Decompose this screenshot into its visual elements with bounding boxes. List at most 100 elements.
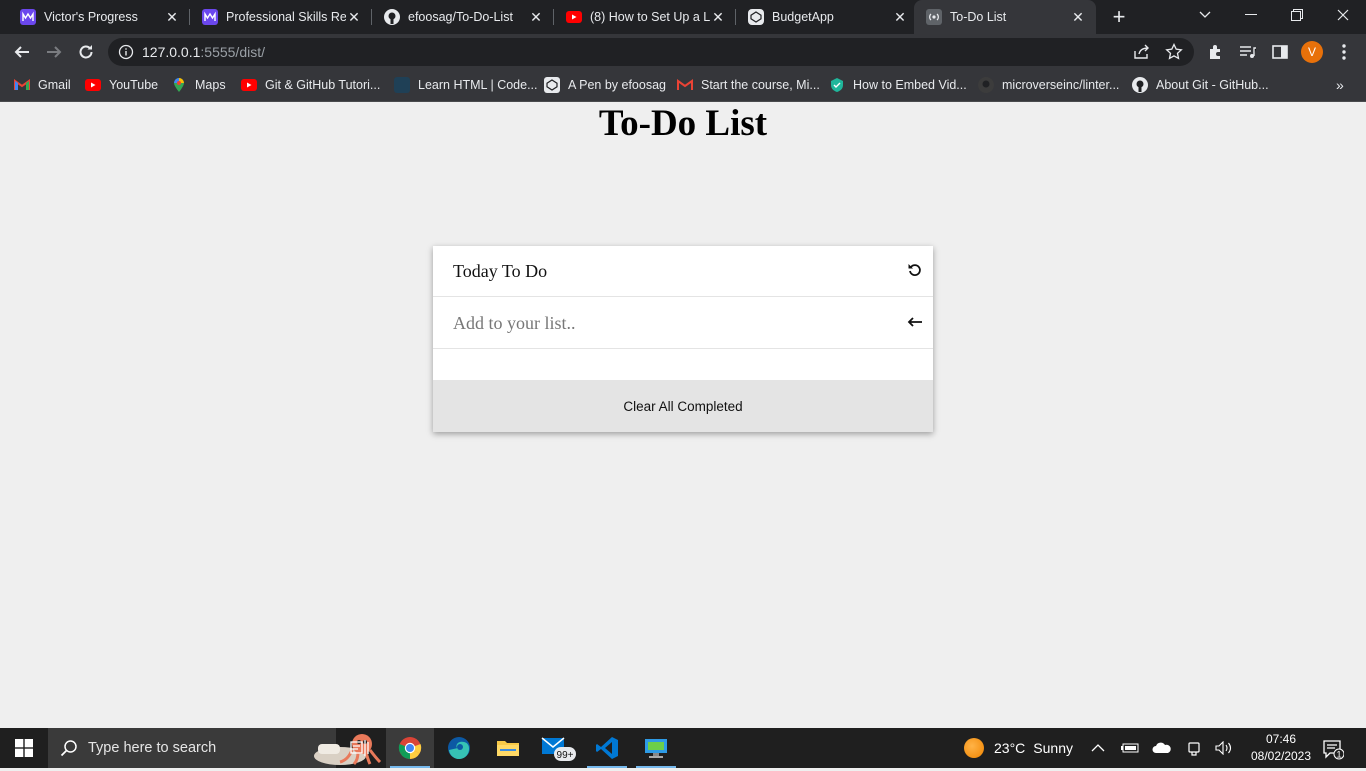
side-panel-icon[interactable] bbox=[1270, 42, 1290, 62]
bookmark-start-course[interactable]: Start the course, Mi... bbox=[677, 70, 820, 100]
minimize-button[interactable] bbox=[1228, 0, 1274, 30]
close-icon[interactable]: ✕ bbox=[164, 9, 180, 25]
desktop-taskbar-app[interactable] bbox=[632, 728, 680, 768]
bookmark-label: YouTube bbox=[109, 78, 159, 92]
gmail-icon bbox=[677, 77, 693, 93]
bookmark-microverse-linter[interactable]: microverseinc/linter... bbox=[978, 70, 1119, 100]
reload-button[interactable] bbox=[74, 40, 98, 64]
browser-tab-strip: Victor's Progress ✕ Professional Skills … bbox=[0, 0, 1366, 34]
gmail-icon bbox=[14, 77, 30, 93]
bookmark-git-github-tutorial[interactable]: Git & GitHub Tutori... bbox=[241, 70, 380, 100]
tab-search-button[interactable] bbox=[1182, 0, 1228, 30]
sun-icon bbox=[964, 738, 984, 758]
add-todo-row bbox=[433, 297, 933, 349]
todo-card: Today To Do Clear All Completed bbox=[433, 246, 933, 432]
onedrive-cloud-icon[interactable] bbox=[1152, 738, 1172, 758]
extensions-icon[interactable] bbox=[1206, 42, 1226, 62]
weather-condition: Sunny bbox=[1033, 740, 1073, 756]
add-todo-input[interactable] bbox=[453, 311, 883, 335]
bookmark-pen-efoosag[interactable]: A Pen by efoosag bbox=[544, 70, 666, 100]
bookmark-label: Start the course, Mi... bbox=[701, 78, 820, 92]
address-bar[interactable]: 127.0.0.1:5555/dist/ bbox=[108, 38, 1194, 66]
task-view-button[interactable] bbox=[336, 728, 384, 768]
url-host: 127.0.0.1 bbox=[142, 44, 201, 60]
bookmark-label: Gmail bbox=[38, 78, 71, 92]
microverse-icon bbox=[202, 9, 218, 25]
media-queue-icon[interactable] bbox=[1238, 42, 1258, 62]
taskbar-search-box[interactable]: Type here to search bbox=[48, 728, 382, 768]
windows-taskbar: Type here to search 99+ 23°C Sunny 07:46… bbox=[0, 728, 1366, 768]
tab-professional-skills[interactable]: Professional Skills Review ✕ bbox=[182, 0, 372, 34]
todo-card-header: Today To Do bbox=[433, 246, 933, 297]
clear-completed-button[interactable]: Clear All Completed bbox=[433, 380, 933, 432]
close-icon[interactable]: ✕ bbox=[710, 9, 726, 25]
close-icon[interactable]: ✕ bbox=[528, 9, 544, 25]
edge-taskbar-app[interactable] bbox=[435, 728, 483, 768]
browser-toolbar: 127.0.0.1:5555/dist/ V bbox=[0, 34, 1366, 70]
mail-taskbar-app[interactable]: 99+ bbox=[534, 728, 582, 768]
tab-victors-progress[interactable]: Victor's Progress ✕ bbox=[0, 0, 190, 34]
close-window-button[interactable] bbox=[1320, 0, 1366, 30]
forward-button[interactable] bbox=[42, 40, 66, 64]
tab-todo-list-active[interactable]: To-Do List ✕ bbox=[914, 0, 1096, 34]
bookmark-embed-video[interactable]: How to Embed Vid... bbox=[829, 70, 967, 100]
bookmark-label: Git & GitHub Tutori... bbox=[265, 78, 381, 92]
list-heading: Today To Do bbox=[453, 261, 548, 281]
url-text[interactable]: 127.0.0.1:5555/dist/ bbox=[142, 44, 265, 60]
url-path: :5555/dist/ bbox=[200, 44, 265, 60]
notification-count: 1 bbox=[1336, 750, 1341, 760]
codepen-icon bbox=[544, 77, 560, 93]
bookmark-gmail[interactable]: Gmail bbox=[14, 70, 71, 100]
notification-center-icon[interactable]: 1 bbox=[1322, 738, 1345, 760]
close-icon[interactable]: ✕ bbox=[346, 9, 362, 25]
share-icon[interactable] bbox=[1132, 42, 1152, 62]
tab-github-todo[interactable]: efoosag/To-Do-List ✕ bbox=[364, 0, 554, 34]
weather-widget[interactable]: 23°C Sunny bbox=[964, 728, 1073, 768]
todo-list bbox=[433, 349, 933, 380]
youtube-icon bbox=[241, 77, 257, 93]
windows-start-button[interactable] bbox=[0, 728, 48, 768]
tab-title: BudgetApp bbox=[772, 10, 834, 24]
bookmark-label: microverseinc/linter... bbox=[1002, 78, 1120, 92]
system-clock[interactable]: 07:46 08/02/2023 bbox=[1246, 731, 1316, 765]
network-icon[interactable] bbox=[1184, 738, 1204, 758]
tab-youtube-local[interactable]: (8) How to Set Up a Local ✕ bbox=[546, 0, 736, 34]
clock-date: 08/02/2023 bbox=[1250, 749, 1312, 763]
bookmark-about-git[interactable]: About Git - GitHub... bbox=[1132, 70, 1269, 100]
github-icon bbox=[978, 77, 994, 93]
page-title: To-Do List bbox=[598, 103, 768, 144]
menu-kebab-icon[interactable] bbox=[1334, 42, 1354, 62]
bookmark-learn-html[interactable]: Learn HTML | Code... bbox=[394, 70, 538, 100]
enter-arrow-icon[interactable] bbox=[907, 314, 923, 330]
chevron-up-icon[interactable] bbox=[1088, 738, 1108, 758]
bookmark-label: Maps bbox=[195, 78, 226, 92]
vscode-taskbar-app[interactable] bbox=[583, 728, 631, 768]
close-icon[interactable]: ✕ bbox=[892, 9, 908, 25]
bookmark-youtube[interactable]: YouTube bbox=[85, 70, 158, 100]
back-button[interactable] bbox=[10, 40, 34, 64]
battery-icon[interactable] bbox=[1120, 738, 1140, 758]
microverse-icon bbox=[20, 9, 36, 25]
bookmark-label: About Git - GitHub... bbox=[1156, 78, 1269, 92]
mail-badge-count: 99+ bbox=[557, 750, 574, 761]
tab-title: Professional Skills Review bbox=[226, 10, 346, 24]
profile-avatar[interactable]: V bbox=[1301, 41, 1323, 63]
page-viewport: To-Do List Today To Do Clear All Complet… bbox=[0, 103, 1366, 728]
chrome-taskbar-app[interactable] bbox=[386, 728, 434, 768]
bookmark-maps[interactable]: Maps bbox=[171, 70, 226, 100]
speaker-icon[interactable] bbox=[1214, 738, 1234, 758]
file-explorer-taskbar-app[interactable] bbox=[484, 728, 532, 768]
info-icon[interactable] bbox=[118, 44, 134, 60]
new-tab-button[interactable]: + bbox=[1108, 6, 1130, 28]
refresh-icon[interactable] bbox=[907, 262, 923, 278]
close-icon[interactable]: ✕ bbox=[1070, 9, 1086, 25]
bookmark-star-icon[interactable] bbox=[1164, 42, 1184, 62]
restore-button[interactable] bbox=[1274, 0, 1320, 30]
more-bookmarks-button[interactable]: » bbox=[1336, 70, 1344, 100]
tab-budgetapp[interactable]: BudgetApp ✕ bbox=[728, 0, 918, 34]
bookmark-label: How to Embed Vid... bbox=[853, 78, 967, 92]
tab-title: (8) How to Set Up a Local bbox=[590, 10, 710, 24]
broadcast-icon bbox=[926, 9, 942, 25]
tab-title: Victor's Progress bbox=[44, 10, 138, 24]
bookmark-label: Learn HTML | Code... bbox=[418, 78, 538, 92]
